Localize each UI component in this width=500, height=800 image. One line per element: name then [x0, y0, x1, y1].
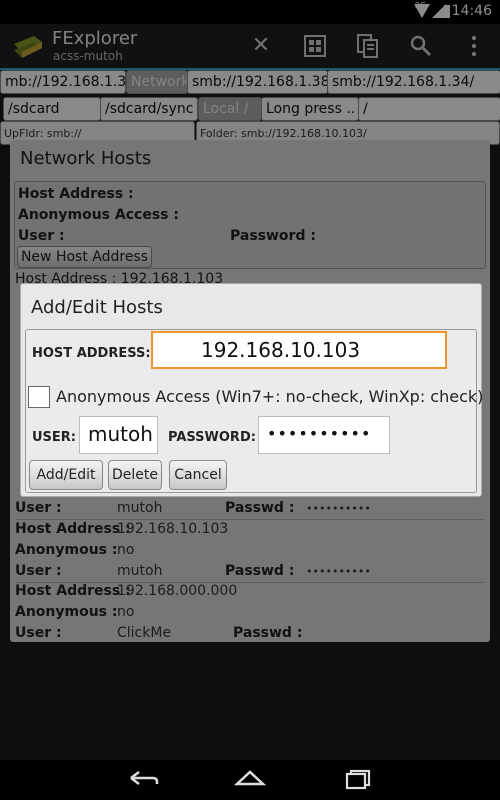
add-edit-title: Add/Edit Hosts — [31, 297, 163, 318]
cancel-button[interactable]: Cancel — [169, 460, 227, 490]
password-field-label: PASSWORD: — [168, 430, 256, 445]
recents-icon[interactable] — [338, 768, 378, 792]
anonymous-access-checkbox-label[interactable]: Anonymous Access (Win7+: no-check, WinXp… — [56, 387, 483, 406]
home-icon[interactable] — [230, 768, 270, 792]
back-icon[interactable] — [124, 768, 164, 792]
user-input[interactable]: mutoh — [79, 416, 158, 454]
navigation-bar — [0, 760, 500, 800]
password-input[interactable]: •••••••••• — [258, 416, 390, 454]
host-address-field-label: HOST ADDRESS: — [32, 346, 151, 361]
add-edit-button[interactable]: Add/Edit — [29, 460, 103, 490]
delete-button[interactable]: Delete — [108, 460, 162, 490]
host-address-input[interactable]: 192.168.10.103 — [151, 331, 447, 369]
anonymous-access-checkbox[interactable] — [28, 386, 50, 408]
user-field-label: USER: — [32, 430, 77, 445]
add-edit-form: HOST ADDRESS: 192.168.10.103 Anonymous A… — [25, 329, 483, 493]
add-edit-hosts-dialog: Add/Edit Hosts HOST ADDRESS: 192.168.10.… — [20, 283, 483, 497]
